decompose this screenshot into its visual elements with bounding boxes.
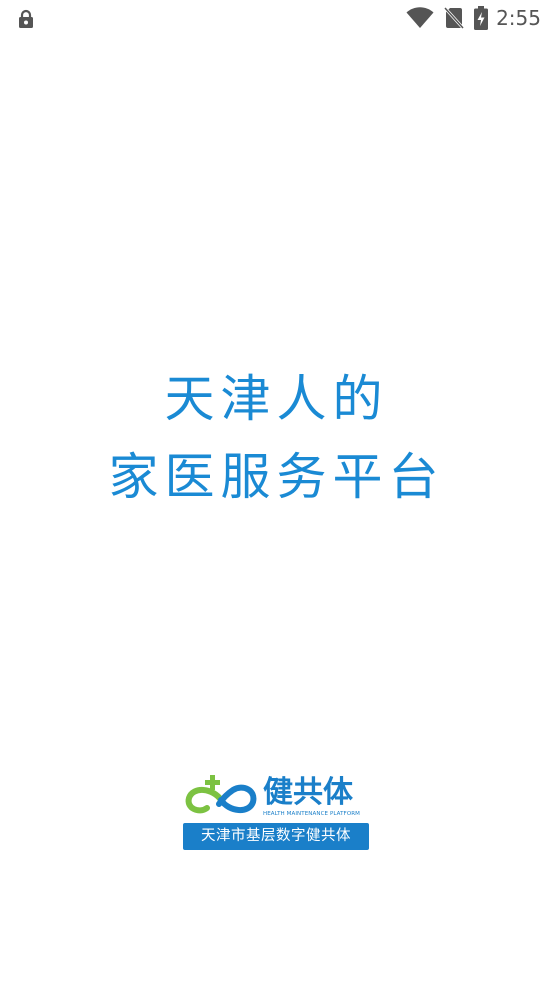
infinity-heart-cross-icon xyxy=(183,772,259,818)
logo-text-block: 健共体 HEALTH MAINTENANCE PLATFORM xyxy=(263,776,360,818)
logo-subtitle: HEALTH MAINTENANCE PLATFORM xyxy=(263,811,361,817)
status-right: 2:55 xyxy=(406,6,541,30)
logo-banner: 天津市基层数字健共体 xyxy=(183,823,369,850)
logo-row: 健共体 HEALTH MAINTENANCE PLATFORM xyxy=(183,772,371,818)
status-left xyxy=(18,9,34,33)
no-sim-icon xyxy=(444,6,465,30)
clock: 2:55 xyxy=(496,6,541,30)
brand-logo: 健共体 HEALTH MAINTENANCE PLATFORM 天津市基层数字健… xyxy=(183,772,371,850)
slogan: 天津人的 家医服务平台 xyxy=(0,360,553,516)
slogan-line-1: 天津人的 xyxy=(164,370,389,428)
status-bar: 2:55 xyxy=(0,0,553,38)
slogan-line-2: 家医服务平台 xyxy=(108,448,445,506)
wifi-icon xyxy=(406,7,434,29)
logo-name: 健共体 xyxy=(263,775,353,810)
battery-charging-icon xyxy=(474,6,489,30)
lock-icon xyxy=(18,9,34,33)
